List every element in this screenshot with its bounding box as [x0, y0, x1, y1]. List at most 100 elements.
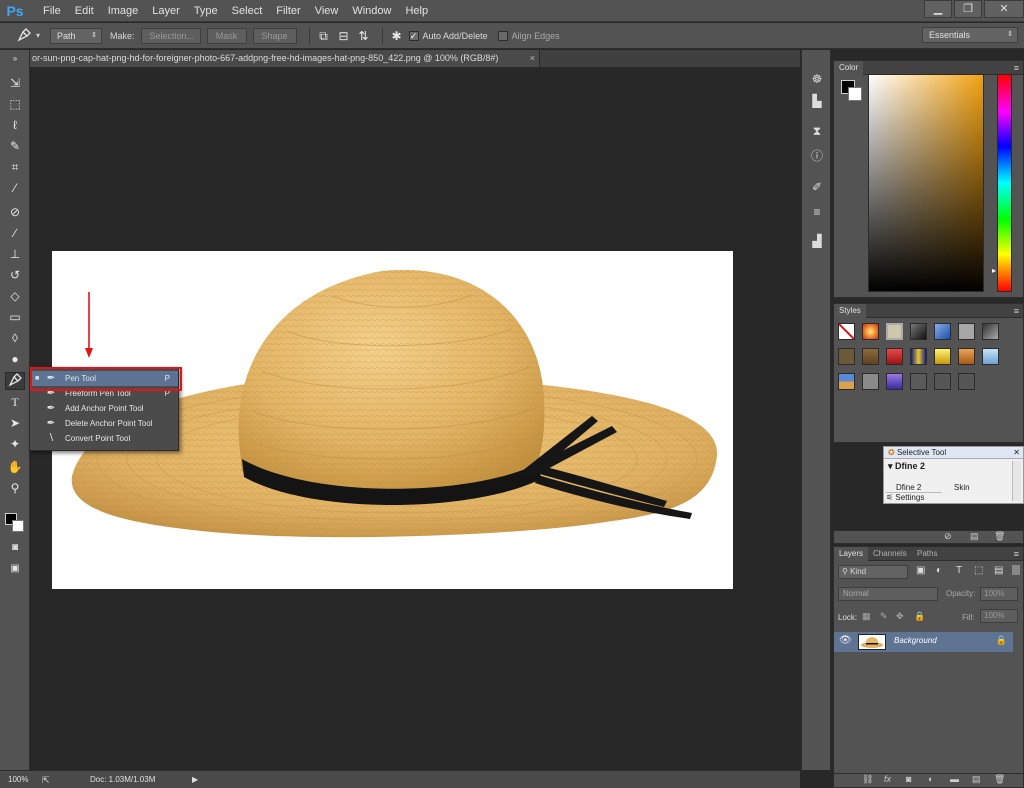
- style-swatch[interactable]: [862, 373, 879, 390]
- path-operations-icon[interactable]: ⧉: [316, 28, 332, 44]
- filter-type-icon[interactable]: T: [956, 565, 962, 576]
- tab-channels[interactable]: Channels: [868, 547, 912, 561]
- style-swatch[interactable]: [886, 373, 903, 390]
- style-swatch[interactable]: [934, 373, 951, 390]
- close-tab-icon[interactable]: ×: [530, 50, 535, 67]
- close-button[interactable]: ✕: [984, 0, 1024, 18]
- lasso-tool-icon[interactable]: ℓ: [5, 116, 25, 134]
- history-brush-tool-icon[interactable]: ↺: [5, 266, 25, 284]
- tool-mode-select[interactable]: Path ⇕: [50, 27, 103, 44]
- fill-input[interactable]: 100%: [980, 609, 1018, 623]
- style-swatch[interactable]: [862, 323, 879, 340]
- panel-menu-icon[interactable]: ≡: [1014, 547, 1019, 561]
- mask-button[interactable]: Mask: [206, 27, 247, 44]
- layer-filter-select[interactable]: ⚲ Kind: [838, 565, 908, 579]
- pen-tool-preset-icon[interactable]: [16, 27, 32, 44]
- preset-col-1[interactable]: Dfine 2: [896, 483, 921, 492]
- menu-type[interactable]: Type: [187, 0, 225, 22]
- selection-button[interactable]: Selection...: [140, 27, 201, 44]
- brush-settings-icon[interactable]: ≡: [807, 203, 827, 221]
- style-swatch[interactable]: [886, 323, 903, 340]
- style-swatch[interactable]: [982, 323, 999, 340]
- style-swatch[interactable]: [838, 373, 855, 390]
- clone-source-icon[interactable]: ▟: [807, 232, 827, 250]
- style-swatch[interactable]: [934, 323, 951, 340]
- menu-edit[interactable]: Edit: [68, 0, 101, 22]
- delete-style-icon[interactable]: 🗑: [994, 531, 1005, 542]
- pen-tool-icon[interactable]: [5, 372, 25, 390]
- hand-tool-icon[interactable]: ✋: [5, 458, 25, 476]
- menu-window[interactable]: Window: [345, 0, 398, 22]
- crop-tool-icon[interactable]: ⌗: [5, 158, 25, 176]
- visibility-eye-icon[interactable]: 👁: [839, 635, 852, 646]
- zoom-level[interactable]: 100%: [8, 771, 28, 788]
- new-layer-icon[interactable]: ▤: [972, 774, 981, 785]
- style-swatch[interactable]: [982, 348, 999, 365]
- menu-view[interactable]: View: [308, 0, 346, 22]
- style-swatch[interactable]: [838, 348, 855, 365]
- path-selection-tool-icon[interactable]: ➤: [5, 414, 25, 432]
- style-swatch[interactable]: [934, 348, 951, 365]
- clear-style-icon[interactable]: ⊘: [944, 531, 952, 542]
- marquee-tool-icon[interactable]: ⬚: [5, 95, 25, 113]
- auto-add-delete-checkbox[interactable]: ✓: [408, 30, 419, 41]
- menu-help[interactable]: Help: [398, 0, 435, 22]
- export-icon[interactable]: ⇱: [42, 771, 50, 788]
- layer-name[interactable]: Background: [894, 636, 937, 645]
- background-color-swatch[interactable]: [848, 87, 862, 101]
- shape-button[interactable]: Shape: [252, 27, 297, 44]
- add-mask-icon[interactable]: ◙: [906, 774, 911, 784]
- style-swatch-none[interactable]: [838, 323, 855, 340]
- menu-layer[interactable]: Layer: [145, 0, 187, 22]
- scrollbar[interactable]: [1012, 461, 1021, 501]
- path-arrangement-icon[interactable]: ⇅: [356, 28, 372, 44]
- style-swatch[interactable]: [958, 348, 975, 365]
- flyout-item-delete-anchor-point-tool[interactable]: ✒ Delete Anchor Point Tool: [30, 416, 178, 431]
- blend-mode-select[interactable]: Normal: [838, 587, 938, 601]
- style-swatch[interactable]: [910, 323, 927, 340]
- delete-layer-icon[interactable]: 🗑: [994, 774, 1005, 785]
- chevron-down-icon[interactable]: ▾: [36, 31, 40, 40]
- screen-mode-icon[interactable]: ▣: [5, 560, 25, 578]
- brush-presets-icon[interactable]: ✐: [807, 178, 827, 196]
- move-tool-icon[interactable]: ⇲: [5, 74, 25, 92]
- minimize-button[interactable]: ▁: [924, 0, 952, 18]
- hue-slider[interactable]: [997, 74, 1012, 292]
- preset-header[interactable]: ▾ Dfine 2: [884, 459, 1023, 474]
- link-layers-icon[interactable]: ⛓: [862, 774, 873, 785]
- blur-tool-icon[interactable]: ◊: [5, 329, 25, 347]
- collapse-panel-icon[interactable]: »: [5, 54, 25, 64]
- quick-selection-tool-icon[interactable]: ✎: [5, 137, 25, 155]
- dodge-tool-icon[interactable]: ●: [5, 350, 25, 368]
- tab-color[interactable]: Color: [834, 61, 864, 75]
- zoom-tool-icon[interactable]: ⚲: [5, 479, 25, 497]
- close-icon[interactable]: ✕: [1013, 447, 1020, 459]
- selective-tool-titlebar[interactable]: ✪ Selective Tool ✕: [884, 447, 1023, 459]
- lock-pixels-icon[interactable]: ✎: [880, 611, 888, 622]
- workspace-select[interactable]: Essentials ⇕: [922, 27, 1018, 43]
- opacity-input[interactable]: 100%: [980, 587, 1018, 601]
- tab-styles[interactable]: Styles: [834, 304, 866, 318]
- menu-image[interactable]: Image: [101, 0, 146, 22]
- panel-menu-icon[interactable]: ≡: [1014, 304, 1019, 318]
- color-picker-field[interactable]: [868, 74, 984, 292]
- menu-select[interactable]: Select: [225, 0, 270, 22]
- layer-style-icon[interactable]: fx: [884, 774, 891, 784]
- filter-pixel-icon[interactable]: ▣: [916, 565, 925, 576]
- filter-smart-object-icon[interactable]: ▤: [994, 565, 1003, 576]
- type-tool-icon[interactable]: T: [5, 393, 25, 411]
- new-style-icon[interactable]: ▤: [970, 531, 979, 542]
- hue-marker-icon[interactable]: ▸: [992, 266, 996, 275]
- document-tab[interactable]: or-sun-png-cap-hat-png-hd-for-foreigner-…: [30, 50, 540, 67]
- tab-paths[interactable]: Paths: [912, 547, 942, 561]
- info-icon[interactable]: ⓘ: [807, 147, 827, 165]
- menu-file[interactable]: File: [36, 0, 68, 22]
- align-edges-checkbox[interactable]: ✓: [497, 30, 508, 41]
- tab-layers[interactable]: Layers: [834, 547, 869, 561]
- path-alignment-icon[interactable]: ⊟: [336, 28, 352, 44]
- status-menu-arrow-icon[interactable]: ▶: [192, 771, 198, 788]
- history-icon[interactable]: ⧗: [807, 122, 827, 140]
- adjustment-layer-icon[interactable]: ◐: [928, 774, 933, 784]
- background-color-swatch[interactable]: [12, 520, 24, 532]
- filter-toggle[interactable]: [1012, 565, 1020, 575]
